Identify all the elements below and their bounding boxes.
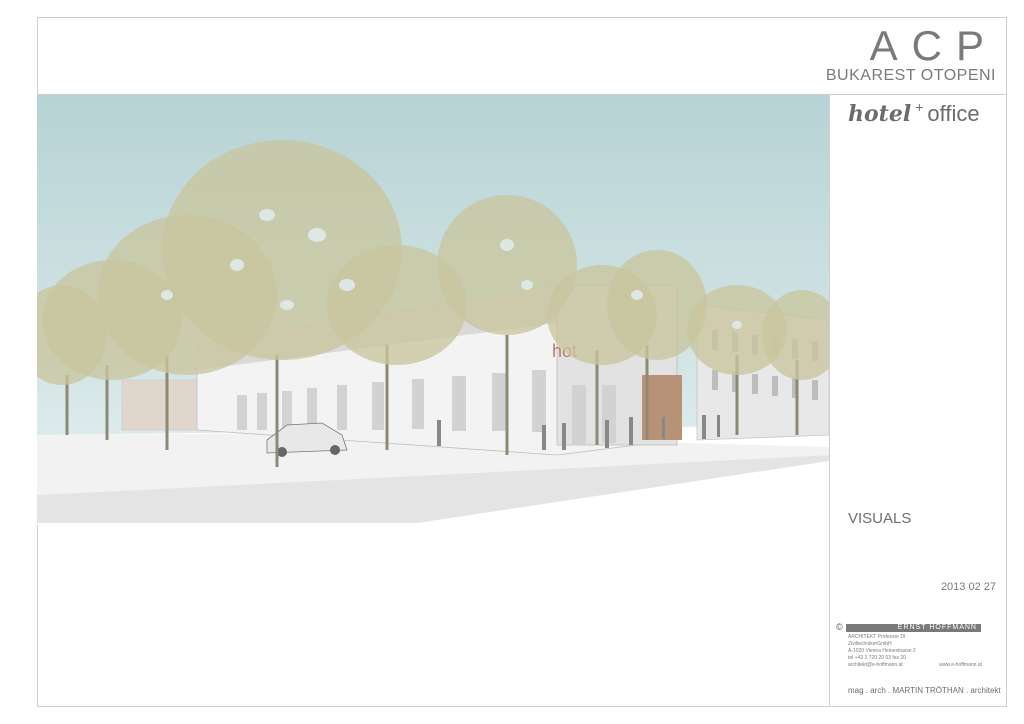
credit-line: architekt@e-hoffmann.at www.e-hoffmann.at bbox=[848, 662, 982, 668]
architect-signature-line: mag . arch . MARTIN TRÖTHAN . architekt bbox=[848, 686, 1001, 695]
project-title-office: office bbox=[927, 101, 980, 126]
title-block-divider-vertical bbox=[829, 94, 830, 707]
project-title-plus: + bbox=[915, 99, 924, 115]
corner-building bbox=[121, 379, 198, 431]
copyright-symbol: © bbox=[836, 622, 843, 632]
firm-name-bar: ERNST HOFFMANN bbox=[846, 624, 981, 632]
credit-lines: ARCHITEKT Professor DI ZiviltechnikerGmb… bbox=[848, 634, 982, 669]
acp-logo: ACP bbox=[869, 22, 998, 69]
credit-line: tel +43 1 720 20 03 fax 20 bbox=[848, 655, 906, 661]
drawing-date: 2013 02 27 bbox=[940, 581, 996, 593]
credit-line: A-1020 Vienna Heinestrasse 2 bbox=[848, 648, 916, 654]
project-title: hotel + office bbox=[848, 99, 980, 127]
architectural-rendering: hot bbox=[37, 95, 829, 525]
section-label: VISUALS bbox=[848, 510, 912, 527]
credit-line: ZiviltechnikerGmbH bbox=[848, 641, 892, 647]
credit-line: ARCHITEKT Professor DI bbox=[848, 634, 906, 640]
rendering-svg: hot bbox=[37, 95, 829, 525]
location-subtitle: BUKAREST OTOPENI bbox=[825, 67, 996, 84]
project-title-hotel: hotel bbox=[848, 101, 912, 127]
